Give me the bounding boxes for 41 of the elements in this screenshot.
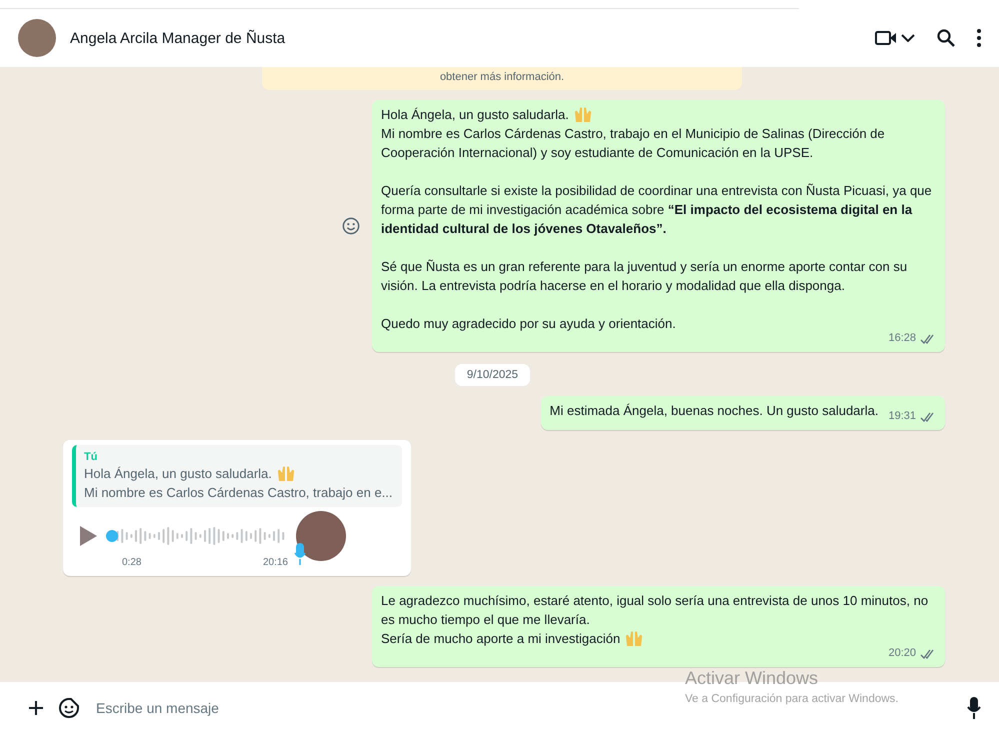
quote-author: Tú (84, 450, 98, 464)
double-check-icon (920, 412, 936, 422)
quote-text: Hola Ángela, un gusto saludarla. (84, 466, 272, 481)
search-icon[interactable] (937, 29, 955, 47)
contact-name[interactable]: Angela Arcila Manager de Ñusta (70, 30, 861, 46)
sticker-icon[interactable] (58, 696, 80, 718)
message-text: Le agradezco muchísimo, estaré atento, igual solo sería una entrevista de unos 10 minutos, no es mucho tiempo el que me llevaría. (381, 593, 928, 627)
double-check-icon (920, 648, 936, 658)
message-time: 20:16 (262, 556, 288, 570)
message-text: Sé que Ñusta es un gran referente para la juventud y sería un enorme aporte contar con su visión. La entrevista podría hacerse en el horario y modalidad que ella disponga. (381, 259, 908, 293)
message-time: 20:20 (888, 646, 916, 661)
contact-avatar[interactable] (18, 19, 56, 57)
plus-icon[interactable] (28, 700, 44, 716)
quoted-message[interactable]: Tú Hola Ángela, un gusto saludarla. Mi nombre es Carlos Cárdenas Castro, trabajo en e... (72, 445, 402, 507)
double-check-icon (920, 334, 936, 344)
date-chip: 9/10/2025 (454, 364, 530, 386)
microphone-icon[interactable] (967, 696, 981, 718)
message-time: 19:31 (888, 409, 916, 424)
activation-subtitle: Ve a Configuración para activar Windows. (685, 693, 898, 705)
microphone-icon (294, 543, 306, 565)
video-call-button[interactable] (875, 30, 915, 46)
waveform-track[interactable] (108, 524, 286, 548)
message-text: Mi estimada Ángela, buenas noches. Un gusto saludarla. (550, 403, 878, 418)
message-text: Quedo muy agradecido por su ayuda y orientación. (381, 316, 676, 331)
smiley-icon[interactable] (342, 217, 360, 235)
raised-hands-icon (276, 464, 296, 482)
message-time: 16:28 (888, 331, 916, 346)
video-camera-icon (875, 30, 897, 46)
message-text: Hola Ángela, un gusto saludarla. (381, 107, 569, 122)
raised-hands-icon (624, 629, 644, 647)
message-text: Sería de mucho aporte a mi investigación (381, 631, 620, 646)
voice-duration: 0:28 (122, 556, 142, 570)
activation-title: Activar Windows (685, 668, 820, 689)
chevron-down-icon (901, 34, 915, 42)
quote-text: Mi nombre es Carlos Cárdenas Castro, trabajo en e... (84, 485, 393, 500)
menu-icon[interactable] (977, 29, 981, 47)
raised-hands-icon (572, 105, 593, 123)
message-text: Quería consultarle si existe la posibilidad de coordinar una entrevista con Ñusta Picuasi, ya que forma parte de mi investigación académica sobre “El impacto del ecosistema digital en la identidad cultural de los jóvenes Otavaleños”. (381, 183, 932, 236)
message-text: Mi nombre es Carlos Cárdenas Castro, trabajo en el Municipio de Salinas (Dirección de Cooperación Internacional) y soy estudiante de Comunicación en la UPSE. (381, 126, 885, 160)
info-notice: obtener más información. (262, 67, 742, 90)
play-icon[interactable] (78, 525, 98, 547)
